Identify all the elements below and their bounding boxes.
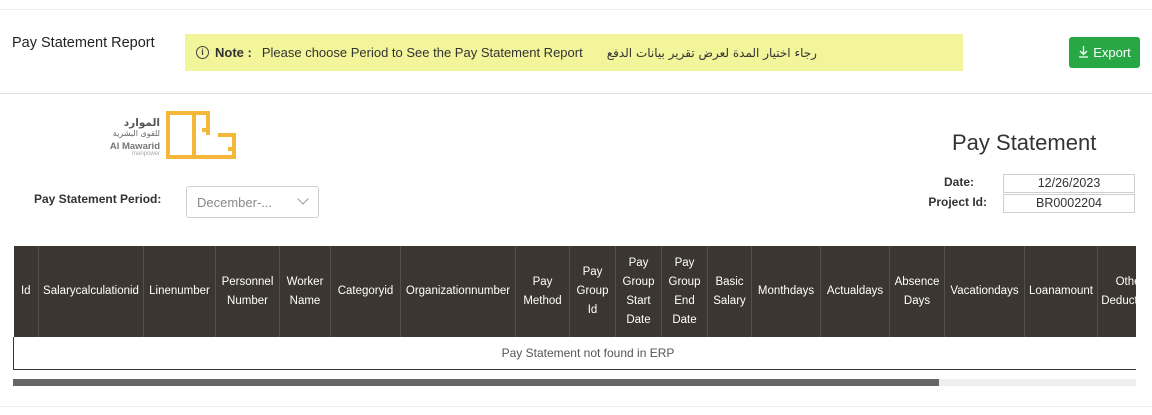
note-message-arabic: رجاء اختيار المدة لعرض تقرير بيانات الدف… xyxy=(606,45,817,60)
period-select[interactable]: December-... xyxy=(186,186,319,218)
table-header-row: Id Salarycalculationid Linenumber Personnel… xyxy=(13,246,1136,337)
column-header: Loanamount xyxy=(1024,246,1098,337)
page-title: Pay Statement Report xyxy=(12,35,155,51)
column-header: Basic Salary xyxy=(707,246,752,337)
period-value: December-... xyxy=(197,194,273,210)
date-label: Date: xyxy=(943,175,974,189)
bottom-divider xyxy=(0,406,1152,407)
column-header: Other Deductions xyxy=(1097,246,1136,337)
column-header: Id xyxy=(13,246,39,337)
chevron-down-icon xyxy=(297,193,309,205)
column-header: Salarycalculationid xyxy=(38,246,144,337)
horizontal-scrollbar[interactable] xyxy=(13,379,1136,386)
logo-text-arabic-sub: للقوى البشرية xyxy=(112,129,160,138)
note-label: Note : xyxy=(215,45,252,60)
logo-text-arabic: الموارد xyxy=(123,117,160,129)
project-id-value: BR0002204 xyxy=(1003,194,1135,213)
pay-statement-table[interactable]: Id Salarycalculationid Linenumber Personnel… xyxy=(13,246,1136,371)
column-header: Personnel Number xyxy=(215,246,280,337)
column-header: Absence Days xyxy=(889,246,945,337)
column-header: Pay Method xyxy=(515,246,570,337)
info-icon: i xyxy=(196,46,209,59)
download-icon xyxy=(1078,45,1089,60)
column-header: Pay Group Id xyxy=(569,246,616,337)
document-title: Pay Statement xyxy=(952,130,1097,155)
period-label: Pay Statement Period: xyxy=(34,192,162,206)
logo-mark-icon xyxy=(166,111,236,159)
column-header: Vacationdays xyxy=(944,246,1025,337)
column-header: Categoryid xyxy=(330,246,401,337)
empty-message: Pay Statement not found in ERP xyxy=(13,337,1136,370)
company-logo: الموارد للقوى البشرية Al Mawarid manpowe… xyxy=(108,110,238,160)
note-banner: i Note : Please choose Period to See the… xyxy=(185,34,963,71)
column-header: Organizationnumber xyxy=(400,246,516,337)
table-row: Pay Statement not found in ERP xyxy=(13,337,1136,370)
top-divider xyxy=(0,9,1152,10)
scrollbar-thumb[interactable] xyxy=(13,379,940,386)
project-id-label: Project Id: xyxy=(928,195,987,209)
logo-subtext: manpower xyxy=(131,151,160,157)
column-header: Pay Group Start Date xyxy=(615,246,662,337)
export-button[interactable]: Export xyxy=(1069,37,1140,68)
column-header: Actualdays xyxy=(820,246,890,337)
column-header: Worker Name xyxy=(279,246,331,337)
header-divider xyxy=(0,93,1152,94)
export-label: Export xyxy=(1093,45,1131,60)
column-header: Linenumber xyxy=(143,246,216,337)
date-value: 12/26/2023 xyxy=(1003,174,1135,193)
note-message: Please choose Period to See the Pay Stat… xyxy=(261,45,583,60)
column-header: Monthdays xyxy=(751,246,821,337)
column-header: Pay Group End Date xyxy=(661,246,708,337)
